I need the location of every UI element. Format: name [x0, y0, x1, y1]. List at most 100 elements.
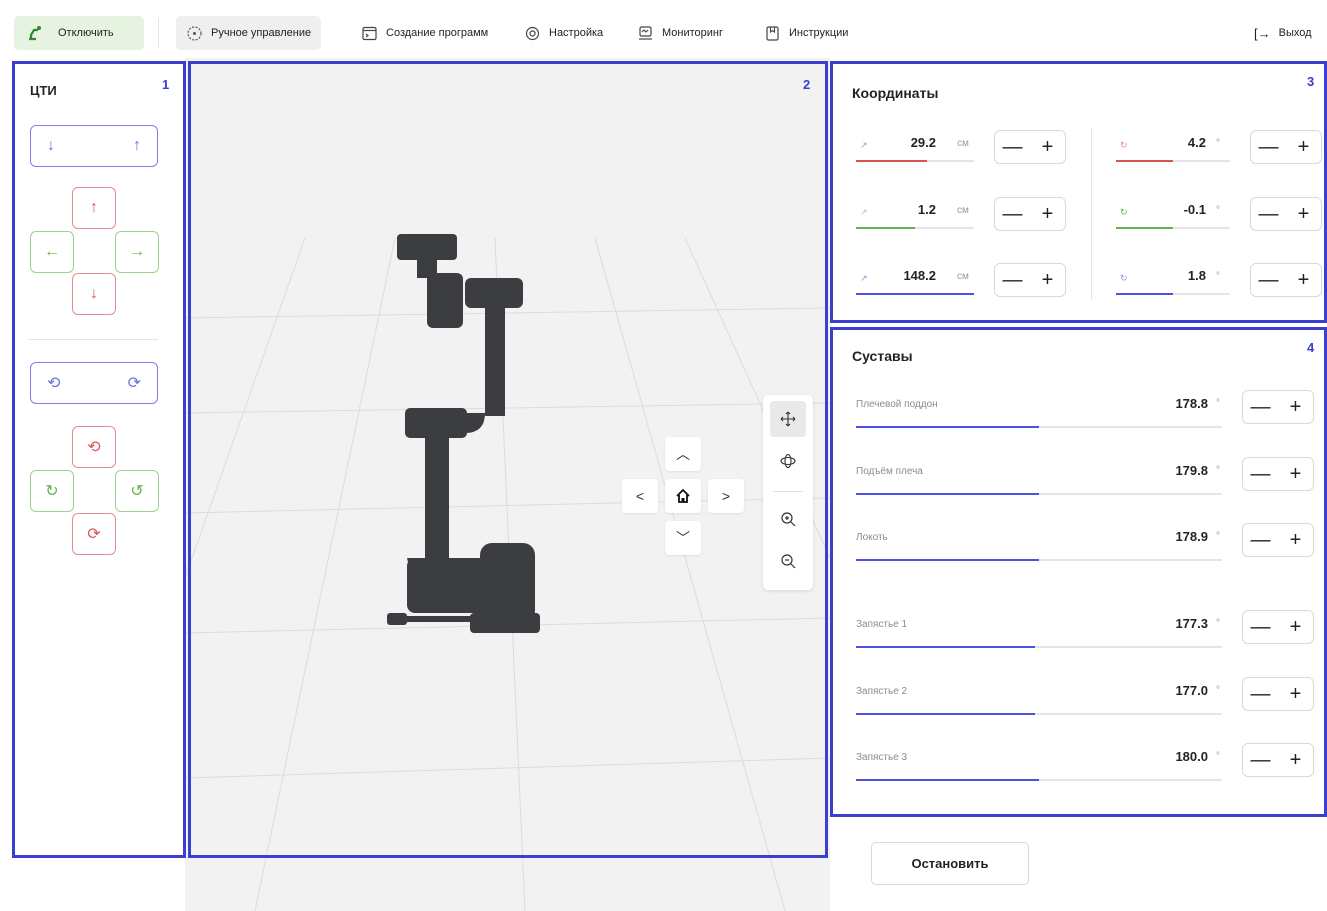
coord-x-plus-button[interactable]: +	[1033, 132, 1063, 162]
coord-y-unit: см	[957, 205, 969, 216]
coord-y-value: 1.2	[917, 202, 936, 217]
logout-label: Выход	[1278, 27, 1312, 39]
coord-rz-plus-button[interactable]: +	[1289, 265, 1319, 295]
coord-y-minus-button[interactable]: —	[998, 199, 1028, 229]
coord-rx-unit: °	[1216, 138, 1220, 149]
ry-plus-button[interactable]: ↺	[115, 470, 159, 512]
joint-shoulder-pan-value: 178.8	[1175, 396, 1208, 411]
rotate-ccw-icon: ↺	[130, 483, 144, 500]
x-minus-button[interactable]: ←	[30, 231, 74, 273]
joint-wrist-2-label: Запястье 2	[856, 686, 908, 697]
joint-wrist-3-track	[856, 779, 1222, 781]
joint-shoulder-pan-track	[856, 426, 1222, 428]
coord-z-value: 148.2	[903, 268, 936, 283]
z-down-button[interactable]: ↓	[47, 137, 55, 155]
joint-shoulder-lift-label: Подъём плеча	[856, 466, 923, 477]
stop-button[interactable]: Остановить	[871, 842, 1029, 885]
joint-shoulder-pan-plus-button[interactable]: +	[1281, 392, 1311, 422]
ry-rotation-icon: ↻	[1120, 207, 1128, 217]
joint-shoulder-pan-minus-button[interactable]: —	[1246, 392, 1276, 422]
y-minus-button[interactable]: ↓	[72, 273, 116, 315]
tab-create-programs[interactable]: Создание программ	[351, 16, 498, 50]
z-jog-pair: ↓ ↑	[30, 125, 158, 167]
joint-wrist-2-unit: °	[1216, 685, 1220, 696]
joint-wrist-2-track	[856, 713, 1222, 715]
joint-shoulder-pan-unit: °	[1216, 398, 1220, 409]
tab-monitoring[interactable]: Мониторинг	[627, 16, 733, 50]
tab-monitoring-label: Мониторинг	[662, 27, 724, 39]
disconnect-button[interactable]: Отключить	[14, 16, 144, 50]
joint-wrist-3-minus-button[interactable]: —	[1246, 745, 1276, 775]
ry-minus-button[interactable]: ↻	[30, 470, 74, 512]
top-toolbar: Отключить Ручное управление Создание про…	[10, 10, 1327, 58]
settings-icon	[525, 26, 540, 40]
tab-manual-control-label: Ручное управление	[211, 27, 312, 39]
coord-rz-value: 1.8	[1187, 268, 1206, 283]
coord-z-fill	[856, 293, 974, 295]
joint-wrist-1-fill	[856, 646, 1036, 648]
tab-manual-control[interactable]: Ручное управление	[176, 16, 322, 50]
panel-3-number: 3	[1307, 74, 1315, 89]
coord-z-track	[856, 293, 974, 295]
coord-z-minus-button[interactable]: —	[998, 265, 1028, 295]
book-icon	[766, 25, 779, 41]
joint-wrist-3-unit: °	[1216, 751, 1220, 762]
logout-icon: [→	[1254, 25, 1271, 41]
joint-wrist-3-fill	[856, 779, 1039, 781]
rx-rotation-icon: ↻	[1120, 140, 1128, 150]
z-up-button[interactable]: ↑	[133, 137, 141, 155]
rx-minus-button[interactable]: ⟳	[72, 513, 116, 555]
robot-arm-icon	[29, 26, 41, 41]
joint-shoulder-lift-stepper: — +	[1242, 457, 1314, 491]
joint-wrist-3-plus-button[interactable]: +	[1281, 745, 1311, 775]
coord-ry-track	[1116, 227, 1230, 229]
monitor-icon	[639, 25, 652, 40]
joint-wrist-2-minus-button[interactable]: —	[1246, 679, 1276, 709]
rx-plus-button[interactable]: ⟲	[72, 426, 116, 468]
joint-shoulder-lift-minus-button[interactable]: —	[1246, 459, 1276, 489]
coord-x-minus-button[interactable]: —	[998, 132, 1028, 162]
joint-shoulder-lift-plus-button[interactable]: +	[1281, 459, 1311, 489]
coord-z-unit: см	[957, 271, 969, 282]
tab-instructions[interactable]: Инструкции	[754, 16, 858, 50]
coord-x-row: ↗ 29.2 см	[856, 130, 974, 170]
coord-z-plus-button[interactable]: +	[1033, 265, 1063, 295]
joint-elbow-minus-button[interactable]: —	[1246, 525, 1276, 555]
joint-wrist-1-stepper: — +	[1242, 610, 1314, 644]
rz-cw-button[interactable]: ⟳	[128, 373, 141, 393]
x-axis-icon: ↗	[860, 140, 868, 150]
joint-wrist-1-minus-button[interactable]: —	[1246, 612, 1276, 642]
coord-rz-stepper: — +	[1250, 263, 1322, 297]
coord-y-plus-button[interactable]: +	[1033, 199, 1063, 229]
joint-elbow-unit: °	[1216, 531, 1220, 542]
coord-ry-row: ↻ -0.1 °	[1116, 197, 1230, 237]
coord-x-unit: см	[957, 138, 969, 149]
coord-x-stepper: — +	[994, 130, 1066, 164]
joint-wrist-1-track	[856, 646, 1222, 648]
coord-rx-stepper: — +	[1250, 130, 1322, 164]
logout-button[interactable]: [→ Выход	[1250, 16, 1316, 50]
rz-ccw-button[interactable]: ⟲	[47, 373, 60, 393]
coord-rz-minus-button[interactable]: —	[1254, 265, 1284, 295]
joint-wrist-1-value: 177.3	[1175, 616, 1208, 631]
joint-wrist-2-plus-button[interactable]: +	[1281, 679, 1311, 709]
joint-elbow-plus-button[interactable]: +	[1281, 525, 1311, 555]
joint-shoulder-pan-label: Плечевой поддон	[856, 399, 938, 410]
joint-wrist-1-plus-button[interactable]: +	[1281, 612, 1311, 642]
tab-settings[interactable]: Настройка	[514, 16, 613, 50]
y-plus-button[interactable]: ↑	[72, 187, 116, 229]
coord-ry-minus-button[interactable]: —	[1254, 199, 1284, 229]
coord-rx-plus-button[interactable]: +	[1289, 132, 1319, 162]
coordinates-divider	[1091, 128, 1092, 300]
panel-1-number: 1	[162, 77, 170, 92]
tab-instructions-label: Инструкции	[789, 27, 849, 39]
joint-shoulder-lift-track	[856, 493, 1222, 495]
panel-2-outline	[188, 61, 828, 858]
coord-z-stepper: — +	[994, 263, 1066, 297]
coord-ry-plus-button[interactable]: +	[1289, 199, 1319, 229]
coord-rx-minus-button[interactable]: —	[1254, 132, 1284, 162]
rotate-cw-icon: ⟳	[87, 526, 101, 543]
joint-elbow-fill	[856, 559, 1039, 561]
x-plus-button[interactable]: →	[115, 231, 159, 273]
joint-shoulder-pan-fill	[856, 426, 1039, 428]
